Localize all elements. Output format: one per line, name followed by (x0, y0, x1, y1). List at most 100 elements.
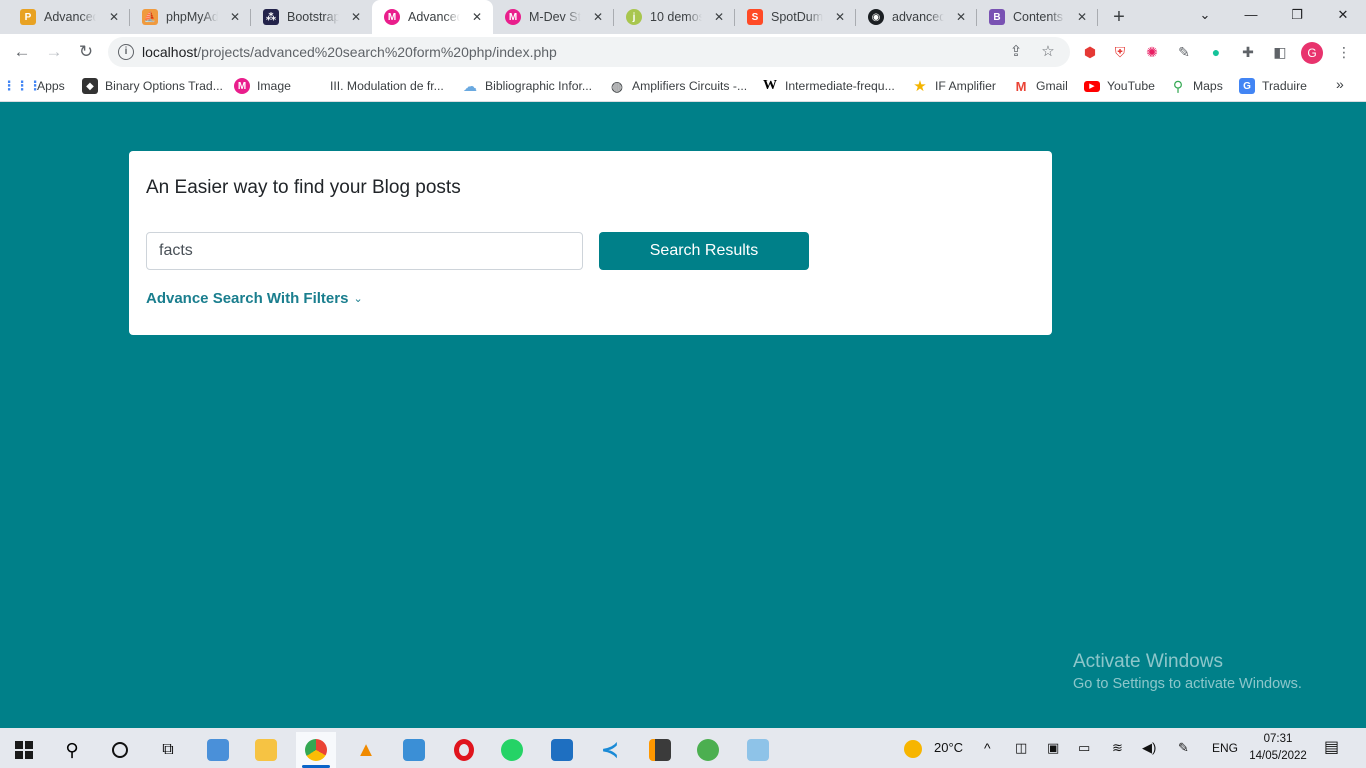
bookmark-image[interactable]: M Image (234, 76, 291, 96)
profile-avatar[interactable]: G (1301, 42, 1323, 64)
network-globe-icon[interactable] (688, 732, 728, 768)
advanced-search-toggle[interactable]: Advance Search With Filters ⌄ (146, 290, 363, 307)
pinterest-icon: P (20, 9, 36, 25)
m-dev-icon: M (505, 9, 521, 25)
tray-battery-icon[interactable]: ▭ (1078, 728, 1090, 768)
tab-strip: P Advanced ✕ ⛵ phpMyAdmin ✕ ⁂ Bootstrap … (0, 0, 1366, 34)
github-icon: ◉ (868, 9, 884, 25)
notepad-icon[interactable] (738, 732, 778, 768)
extension-shield-icon[interactable]: ⛨ (1110, 42, 1130, 62)
restore-button[interactable]: ❐ (1274, 0, 1320, 30)
tray-ink-icon[interactable]: ▣ (1047, 728, 1059, 768)
translate-icon: G (1239, 78, 1255, 94)
bookmark-star-icon[interactable]: ☆ (1038, 42, 1058, 62)
tab-advanced-active[interactable]: M Advanced ✕ (372, 0, 493, 34)
tab-title: 10 demos (650, 10, 702, 24)
bookmark-youtube[interactable]: ▶ YouTube (1084, 76, 1155, 96)
vscode-icon[interactable]: ≺ (590, 732, 630, 768)
grammarly-icon[interactable]: ● (1206, 42, 1226, 62)
tab-phpmyadmin[interactable]: ⛵ phpMyAdmin ✕ (130, 0, 251, 34)
color-wheel-extension-icon[interactable]: ✺ (1142, 42, 1162, 62)
tab-advanced-github[interactable]: ◉ advanced- ✕ (856, 0, 977, 34)
weather-temp: 20°C (934, 740, 964, 755)
weather-widget[interactable]: 20°C (904, 728, 963, 768)
sublime-text-icon[interactable] (640, 732, 680, 768)
tab-bootstrap[interactable]: ⁂ Bootstrap ✕ (251, 0, 372, 34)
tab-contents[interactable]: B Contents ✕ (977, 0, 1098, 34)
cortana-icon[interactable] (100, 732, 140, 768)
star-icon: ★ (913, 78, 927, 95)
close-icon[interactable]: ✕ (106, 9, 122, 25)
windows-start-icon[interactable] (4, 732, 44, 768)
minimize-button[interactable]: — (1228, 0, 1274, 30)
tray-device-icon[interactable]: ◫ (1015, 728, 1027, 768)
close-icon[interactable]: ✕ (348, 9, 364, 25)
control-panel-icon[interactable] (394, 732, 434, 768)
whatsapp-icon[interactable] (492, 732, 532, 768)
tab-title: Bootstrap (287, 10, 339, 24)
extension-icon[interactable]: ⬢ (1080, 42, 1100, 62)
tab-m-dev-store[interactable]: M M-Dev Sto ✕ (493, 0, 614, 34)
tab-spotdumm[interactable]: S SpotDumm ✕ (735, 0, 856, 34)
clock[interactable]: 07:31 14/05/2022 (1248, 731, 1308, 765)
wifi-icon[interactable]: ≋ (1112, 728, 1123, 768)
chrome-icon[interactable] (296, 732, 336, 768)
file-explorer-icon[interactable] (246, 732, 286, 768)
search-icon[interactable]: ⚲ (52, 732, 92, 768)
bookmark-intermediate-frequency[interactable]: W Intermediate-frequ... (762, 76, 895, 96)
site-info-icon[interactable]: i (118, 44, 134, 60)
tab-advanced-1[interactable]: P Advanced ✕ (8, 0, 130, 34)
address-bar[interactable]: i localhost/projects/advanced%20search%2… (108, 37, 1070, 67)
new-tab-button[interactable]: + (1108, 6, 1130, 28)
this-pc-icon[interactable] (198, 732, 238, 768)
search-results-button[interactable]: Search Results (599, 232, 809, 270)
reload-icon[interactable]: ↻ (74, 40, 98, 64)
spotdumm-icon: S (747, 9, 763, 25)
activate-windows-watermark: Activate Windows Go to Settings to activ… (1073, 651, 1302, 692)
side-panel-icon[interactable]: ◧ (1270, 42, 1290, 62)
bookmark-binary-options[interactable]: ◆ Binary Options Trad... (82, 76, 223, 96)
close-icon[interactable]: ✕ (953, 9, 969, 25)
opera-icon[interactable] (444, 732, 484, 768)
notifications-icon[interactable]: ▤ (1324, 728, 1339, 768)
search-input[interactable] (146, 232, 583, 270)
tab-search-chevron-icon[interactable]: ⌄ (1182, 0, 1228, 30)
close-icon[interactable]: ✕ (711, 9, 727, 25)
photos-icon[interactable] (542, 732, 582, 768)
sun-icon (904, 739, 922, 758)
url-text[interactable]: localhost/projects/advanced%20search%20f… (142, 44, 557, 60)
task-view-icon[interactable]: ⧉ (148, 732, 188, 768)
bookmark-traduire[interactable]: G Traduire (1239, 76, 1307, 96)
bookmark-bibliographic[interactable]: ☁ Bibliographic Infor... (462, 76, 592, 96)
url-host: localhost (142, 44, 198, 60)
bookmarks-overflow-icon[interactable]: » (1336, 76, 1344, 92)
phpmyadmin-icon: ⛵ (142, 9, 158, 25)
tray-chevron-up-icon[interactable]: ^ (984, 728, 991, 768)
close-window-button[interactable]: ✕ (1320, 0, 1366, 30)
m-dev-icon: M (234, 78, 250, 94)
close-icon[interactable]: ✕ (469, 9, 485, 25)
vlc-icon[interactable]: ▲ (346, 732, 386, 768)
bookmark-amplifiers[interactable]: ◍ Amplifiers Circuits -... (609, 76, 747, 96)
tab-title: advanced- (892, 10, 944, 24)
share-icon[interactable]: ⇪ (1006, 42, 1026, 62)
tab-10-demos[interactable]: j 10 demos ✕ (614, 0, 735, 34)
close-icon[interactable]: ✕ (227, 9, 243, 25)
back-arrow-icon[interactable]: ← (10, 40, 34, 64)
extensions-puzzle-icon[interactable]: ✚ (1238, 42, 1258, 62)
bookmark-maps[interactable]: ⚲ Maps (1170, 76, 1223, 96)
bookmark-gmail[interactable]: M Gmail (1013, 76, 1068, 96)
close-icon[interactable]: ✕ (590, 9, 606, 25)
language-indicator[interactable]: ENG (1212, 728, 1238, 768)
bookmark-if-amplifier[interactable]: ★ IF Amplifier (912, 76, 996, 96)
close-icon[interactable]: ✕ (832, 9, 848, 25)
eyedropper-icon[interactable]: ✎ (1174, 42, 1194, 62)
forward-arrow-icon[interactable]: → (42, 40, 66, 64)
pen-icon[interactable]: ✎ (1178, 728, 1189, 768)
browser-toolbar: ← → ↻ i localhost/projects/advanced%20se… (0, 34, 1366, 70)
bookmark-modulation[interactable]: III. Modulation de fr... (307, 76, 444, 96)
menu-kebab-icon[interactable]: ⋮ (1334, 42, 1354, 62)
volume-icon[interactable]: ◀) (1142, 728, 1156, 768)
bookmark-apps[interactable]: ⋮⋮⋮ Apps (3, 76, 65, 96)
close-icon[interactable]: ✕ (1074, 9, 1090, 25)
